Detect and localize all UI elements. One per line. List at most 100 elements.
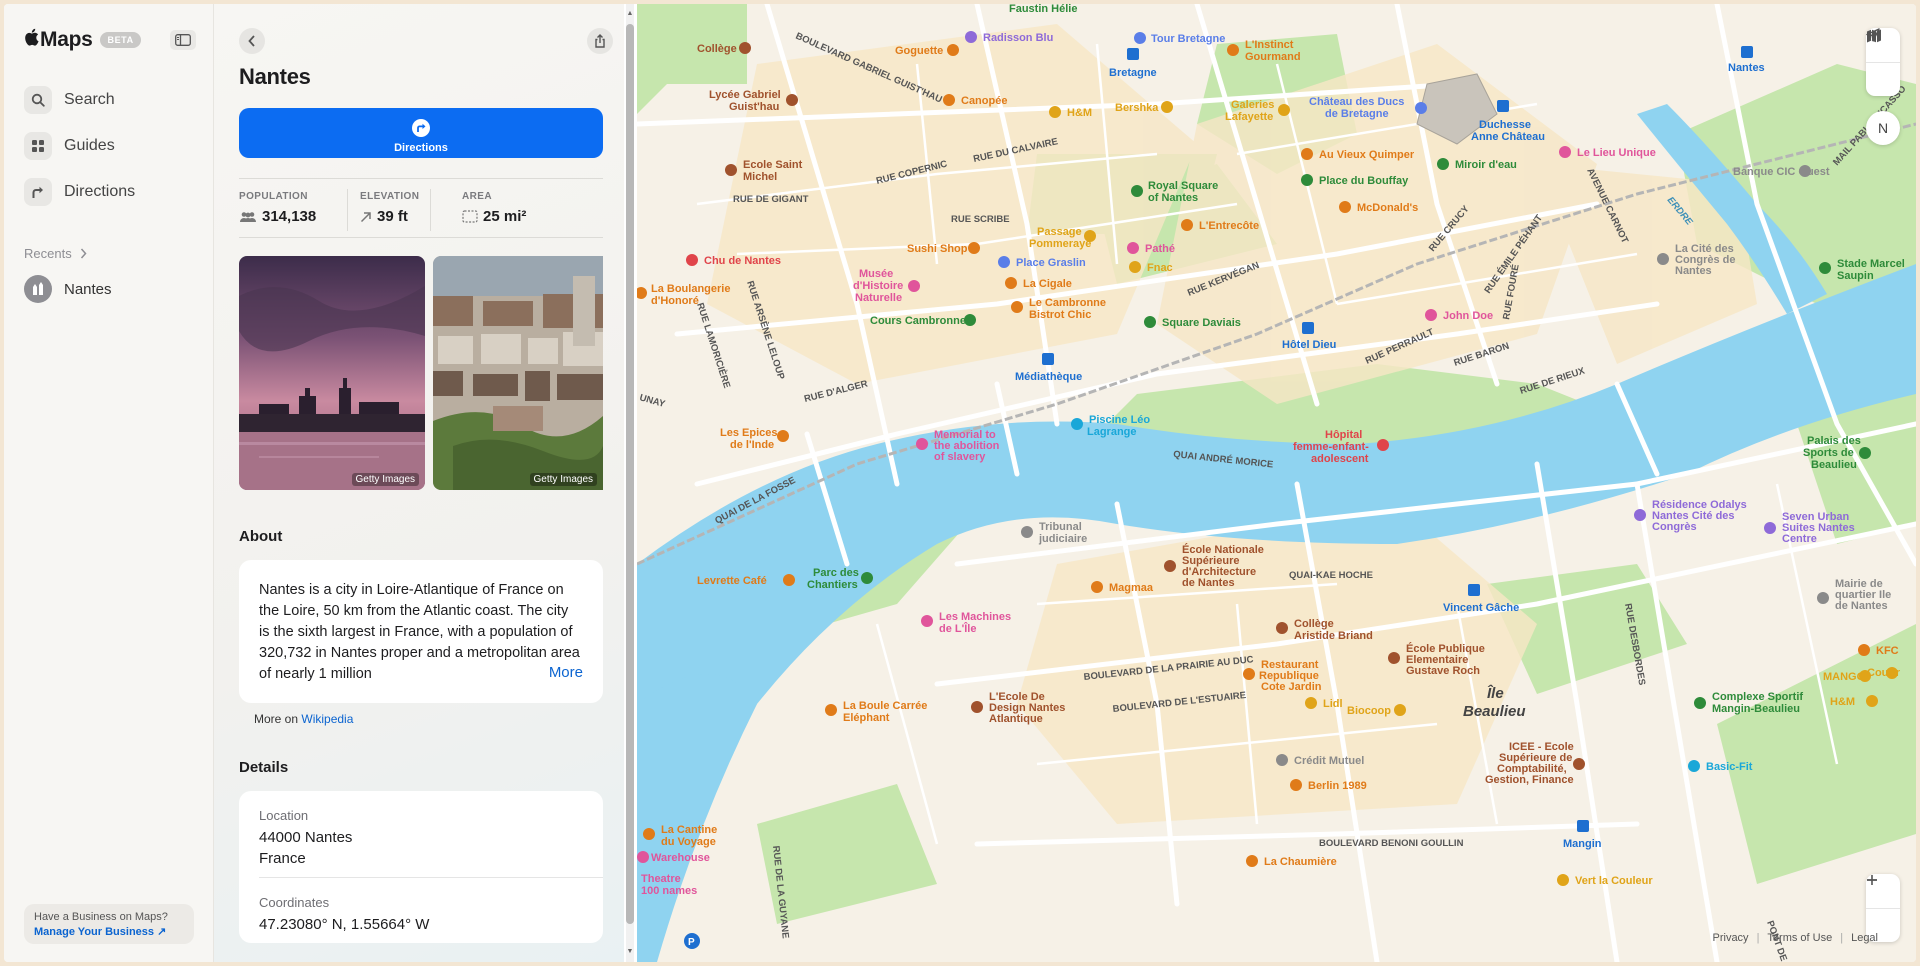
svg-text:Warehouse: Warehouse [651,852,710,864]
poi-banque-cic[interactable]: Banque CIC Ouest [1733,165,1830,178]
map-controls [1866,28,1900,96]
svg-text:Faustin Hélie: Faustin Hélie [1009,4,1077,15]
svg-text:Le Cambronne: Le Cambronne [1029,297,1106,309]
svg-text:du Voyage: du Voyage [661,836,716,848]
poi-fnac[interactable]: Fnac [1129,261,1173,274]
svg-text:RUE SCRIBE: RUE SCRIBE [951,214,1010,225]
locate-me-button[interactable] [1866,28,1900,96]
directions-button[interactable]: Directions [239,108,603,158]
svg-text:Gestion, Finance: Gestion, Finance [1485,774,1574,786]
panel-scrollbar[interactable]: ▲ ▼ [626,4,634,962]
map-base: Collège Lycée GabrielGuist'hau Ecole Sai… [637,4,1916,962]
svg-text:Banque CIC Ouest: Banque CIC Ouest [1733,166,1830,178]
wikipedia-attribution: More on Wikipedia [254,712,353,726]
poi-kfc[interactable]: KFC [1858,644,1899,657]
poi-parking[interactable]: P [684,933,700,949]
poi-college[interactable]: Collège [697,42,751,55]
guides-icon [24,132,52,160]
svg-text:Vincent Gâche: Vincent Gâche [1443,602,1519,614]
svg-text:de l'Inde: de l'Inde [730,439,774,451]
poi-hm-beaulieu[interactable]: H&M [1830,695,1878,708]
svg-text:Miroir d'eau: Miroir d'eau [1455,159,1517,171]
poi-faustin-helie[interactable]: Faustin Hélie [1009,4,1077,15]
svg-text:de Nantes: de Nantes [1182,577,1235,589]
svg-text:Anne Château: Anne Château [1471,131,1545,143]
svg-text:Square Daviais: Square Daviais [1162,317,1241,329]
svg-text:Au Vieux Quimper: Au Vieux Quimper [1319,149,1415,161]
svg-text:Lidl: Lidl [1323,698,1343,710]
about-heading: About [239,528,283,545]
wiki-prefix: More on [254,712,299,726]
coordinates-value: 47.23080° N, 1.55664° W [259,916,430,933]
nav-search-label: Search [64,91,115,108]
svg-text:Goguette: Goguette [895,45,943,57]
coordinates-label: Coordinates [259,895,330,910]
about-card: Nantes is a city in Loire-Atlantique of … [239,560,603,703]
poi-mango[interactable]: MANGO [1823,670,1871,683]
svg-text:judiciaire: judiciaire [1038,533,1087,545]
svg-text:Lycée Gabriel: Lycée Gabriel [709,89,781,101]
nav-search[interactable]: Search [24,85,115,115]
svg-text:Basic-Fit: Basic-Fit [1706,761,1753,773]
poi-vieux-quimper[interactable]: Au Vieux Quimper [1301,148,1415,161]
svg-text:L'Entrecôte: L'Entrecôte [1199,220,1259,232]
svg-text:Nantes: Nantes [1728,62,1765,74]
location-row: Location 44000 Nantes France [259,808,352,869]
compass-button[interactable]: N [1866,111,1900,145]
recents-header[interactable]: Recents [24,246,87,261]
poi-lidl[interactable]: Lidl [1305,697,1343,710]
poi-pathe[interactable]: Pathé [1127,242,1175,255]
share-button[interactable] [587,28,613,54]
privacy-link[interactable]: Privacy [1713,932,1749,944]
poi-biocoop[interactable]: Biocoop [1347,704,1406,717]
svg-text:Sports de: Sports de [1803,447,1854,459]
svg-text:Berlin 1989: Berlin 1989 [1308,780,1367,792]
scroll-down-arrow-icon[interactable]: ▼ [626,948,634,955]
map-canvas[interactable]: Collège Lycée Gabriel Guist'hau Ecole Sai… [637,4,1916,962]
back-button[interactable] [239,28,265,54]
scroll-up-arrow-icon[interactable]: ▲ [626,10,634,17]
footer-separator: | [1840,932,1844,944]
svg-text:Mangin: Mangin [1563,838,1602,850]
scrollbar-thumb[interactable] [626,24,634,924]
maps-logo: Maps BETA [24,28,141,52]
business-card[interactable]: Have a Business on Maps? Manage Your Bus… [24,904,194,944]
svg-text:Médiathèque: Médiathèque [1015,371,1082,383]
manage-business-link[interactable]: Manage Your Business ↗ [34,925,184,938]
svg-text:Bistrot Chic: Bistrot Chic [1029,309,1091,321]
about-text: Nantes is a city in Loire-Atlantique of … [259,582,580,682]
more-link[interactable]: More [542,664,583,681]
svg-text:Biocoop: Biocoop [1347,705,1391,717]
sidebar-toggle-button[interactable] [170,30,196,50]
legal-link[interactable]: Legal [1851,932,1878,944]
svg-text:Stade Marcel: Stade Marcel [1837,258,1905,270]
svg-text:Piscine Léo: Piscine Léo [1089,414,1150,426]
svg-text:Tribunal: Tribunal [1039,521,1082,533]
poi-hm[interactable]: H&M [1049,106,1092,119]
photo-aerial-image [433,256,603,490]
svg-text:Tour Bretagne: Tour Bretagne [1151,33,1225,45]
svg-text:Île: Île [1487,684,1504,702]
coordinates-row: Coordinates 47.23080° N, 1.55664° W [259,895,429,935]
poi-cours-cambronne[interactable]: Cours Cambronne [870,314,976,327]
compass-north-label: N [1877,120,1889,136]
nav-guides[interactable]: Guides [24,131,115,161]
poi-bershka[interactable]: Bershka [1115,101,1173,114]
svg-text:Beaulieu: Beaulieu [1463,703,1526,720]
svg-text:femme-enfant-: femme-enfant- [1293,441,1369,453]
svg-text:Eléphant: Eléphant [843,712,890,724]
beta-badge: BETA [100,32,141,48]
svg-text:Beaulieu: Beaulieu [1811,459,1857,471]
svg-text:Duchesse: Duchesse [1479,119,1531,131]
terms-link[interactable]: Terms of Use [1767,932,1832,944]
svg-text:Crédit Mutuel: Crédit Mutuel [1294,755,1364,767]
location-line-2: France [259,850,306,867]
svg-text:Les Epices: Les Epices [720,427,777,439]
wikipedia-link[interactable]: Wikipedia [301,712,353,726]
nav-directions[interactable]: Directions [24,177,135,207]
photo-city-aerial[interactable]: Getty Images [433,256,603,490]
recent-item-nantes[interactable]: Nantes [24,275,112,303]
svg-text:Michel: Michel [743,171,777,183]
poi-courir[interactable]: Courir [1867,667,1901,679]
photo-city-skyline[interactable]: Getty Images [239,256,425,490]
